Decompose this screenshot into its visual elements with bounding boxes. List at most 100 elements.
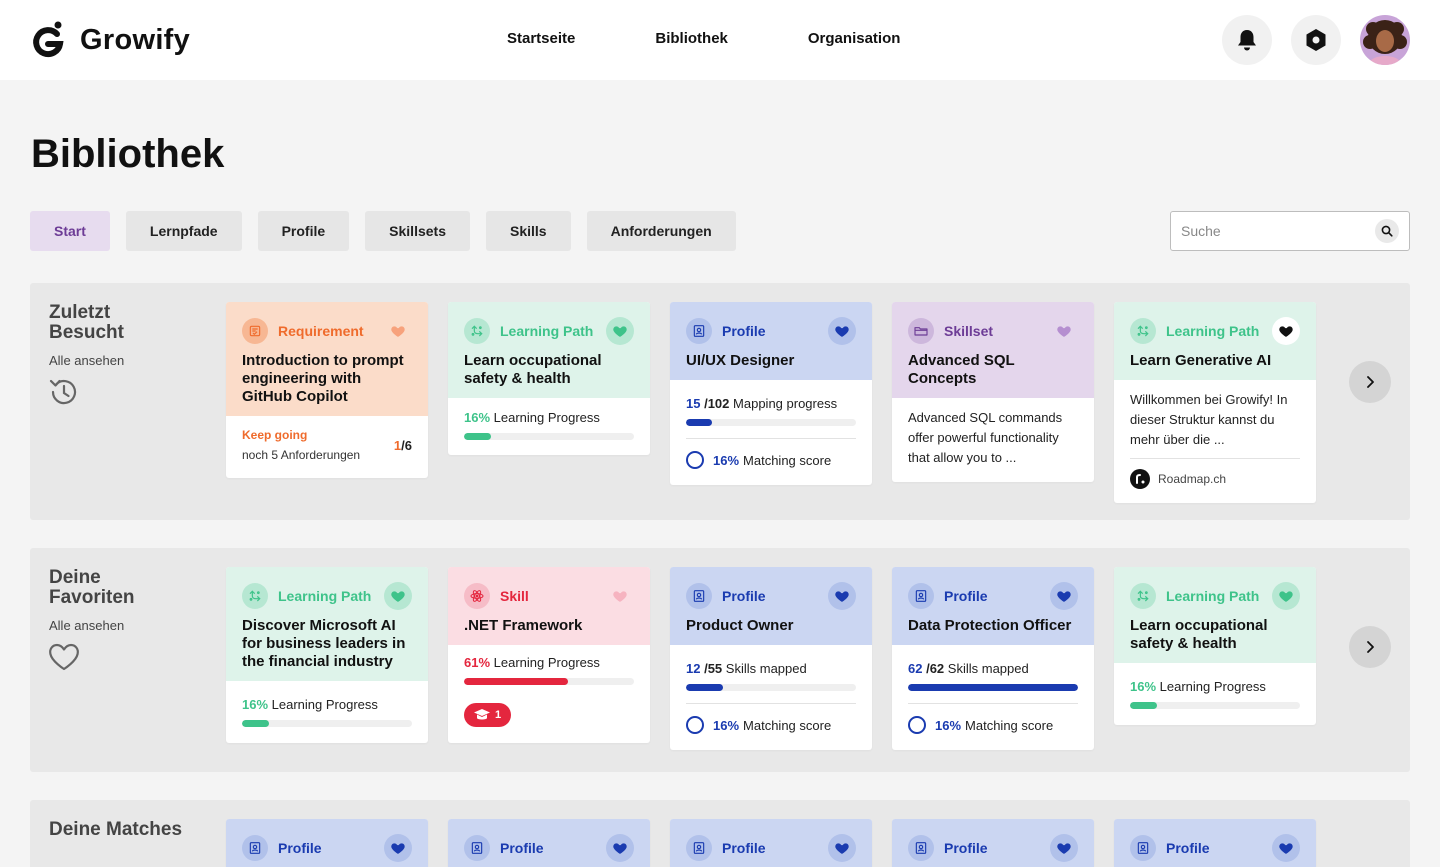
- card-profile[interactable]: Profile: [226, 819, 428, 867]
- card-profile[interactable]: Profile: [448, 819, 650, 867]
- card-title: Introduction to prompt engineering with …: [242, 352, 404, 405]
- heart-icon: [1056, 588, 1072, 604]
- view-all-link[interactable]: Alle ansehen: [49, 618, 124, 633]
- card-type: Profile: [944, 588, 988, 604]
- favorite-button[interactable]: [1050, 582, 1078, 610]
- card-header: Learning Path Learn Generative AI: [1114, 302, 1316, 380]
- card-profile[interactable]: Profile: [1114, 819, 1316, 867]
- chevron-right-icon: [1367, 641, 1374, 653]
- card-type: Profile: [278, 840, 322, 856]
- tab-skills[interactable]: Skills: [486, 211, 571, 251]
- page-title: Bibliothek: [31, 132, 225, 176]
- library-tabs: Start Lernpfade Profile Skillsets Skills…: [30, 211, 752, 251]
- progress-fill: [1130, 702, 1158, 709]
- nav-startseite[interactable]: Startseite: [507, 30, 575, 47]
- card-type: Profile: [944, 840, 988, 856]
- card-type: Profile: [722, 840, 766, 856]
- progress-fill: [242, 720, 270, 727]
- favorite-button[interactable]: [1050, 317, 1078, 345]
- favorite-button[interactable]: [384, 834, 412, 862]
- nav-organisation[interactable]: Organisation: [808, 30, 901, 47]
- card-learning-path[interactable]: Learning Path Learn occupational safety …: [448, 302, 650, 455]
- requirement-icon: [242, 318, 268, 344]
- section-matches: Deine Matches Profile Profile Profile Pr…: [30, 800, 1410, 867]
- progress-bar: [1130, 702, 1300, 709]
- learning-progress: 16% Learning Progress: [242, 697, 378, 712]
- bell-icon: [1238, 30, 1256, 51]
- matching-score: 16% Matching score: [686, 716, 856, 734]
- card-header: Profile Product Owner: [670, 567, 872, 645]
- search-input[interactable]: [1181, 223, 1375, 239]
- progress-bar: [464, 433, 634, 440]
- favorite-button[interactable]: [1272, 582, 1300, 610]
- profile-icon: [686, 835, 712, 861]
- search-icon: [1381, 225, 1393, 237]
- settings-button[interactable]: [1291, 15, 1341, 65]
- app-logo[interactable]: Growify: [30, 20, 190, 60]
- next-arrow-button[interactable]: [1349, 626, 1391, 668]
- tab-anforderungen[interactable]: Anforderungen: [586, 211, 736, 251]
- learning-progress: 61% Learning Progress: [464, 655, 600, 670]
- favorite-button[interactable]: [606, 834, 634, 862]
- folder-icon: [908, 318, 934, 344]
- tab-start[interactable]: Start: [30, 211, 110, 251]
- progress-bar: [464, 678, 634, 685]
- card-learning-path[interactable]: Learning Path Discover Microsoft AI for …: [226, 567, 428, 743]
- favorite-button[interactable]: [1272, 834, 1300, 862]
- favorite-button[interactable]: [828, 582, 856, 610]
- chevron-right-icon: [1367, 376, 1374, 388]
- card-profile[interactable]: Profile Data Protection Officer 62 /62 S…: [892, 567, 1094, 750]
- progress-bar: [242, 720, 412, 727]
- heart-icon: [1056, 323, 1072, 339]
- card-profile[interactable]: Profile: [892, 819, 1094, 867]
- favorite-button[interactable]: [606, 317, 634, 345]
- section-title: Deine Favoriten: [49, 567, 135, 608]
- user-avatar[interactable]: [1360, 15, 1410, 65]
- card-header: Profile Data Protection Officer: [892, 567, 1094, 645]
- view-all-link[interactable]: Alle ansehen: [49, 353, 124, 368]
- favorite-button[interactable]: [828, 317, 856, 345]
- learning-progress: 16% Learning Progress: [1130, 679, 1266, 694]
- card-profile[interactable]: Profile: [670, 819, 872, 867]
- card-header: Skill .NET Framework: [448, 567, 650, 645]
- heart-icon: [834, 323, 850, 339]
- nav-bibliothek[interactable]: Bibliothek: [655, 30, 728, 47]
- favorite-button[interactable]: [1050, 834, 1078, 862]
- tab-skillsets[interactable]: Skillsets: [365, 211, 470, 251]
- card-profile[interactable]: Profile Product Owner 12 /55 Skills mapp…: [670, 567, 872, 750]
- learning-path-icon: [242, 583, 268, 609]
- card-header: Profile: [226, 819, 428, 867]
- card-requirement[interactable]: Requirement Introduction to prompt engin…: [226, 302, 428, 478]
- card-description: Advanced SQL commands offer powerful fun…: [908, 410, 1063, 465]
- card-learning-path-generative-ai[interactable]: Learning Path Learn Generative AI Willko…: [1114, 302, 1316, 503]
- course-badge[interactable]: 1: [464, 703, 512, 727]
- learning-path-icon: [1130, 318, 1156, 344]
- card-skillset[interactable]: Skillset Advanced SQL Concepts Advanced …: [892, 302, 1094, 482]
- tab-lernpfade[interactable]: Lernpfade: [125, 211, 242, 251]
- favorite-button[interactable]: [606, 582, 634, 610]
- favorite-button[interactable]: [1272, 317, 1300, 345]
- card-skill[interactable]: Skill .NET Framework 61% Learning Progre…: [448, 567, 650, 743]
- next-arrow-button[interactable]: [1349, 361, 1391, 403]
- heart-outline-icon: [49, 643, 79, 671]
- card-header: Profile: [892, 819, 1094, 867]
- hexagon-icon: [1306, 29, 1326, 51]
- atom-icon: [464, 583, 490, 609]
- favorite-button[interactable]: [828, 834, 856, 862]
- favorite-button[interactable]: [384, 582, 412, 610]
- card-header: Skillset Advanced SQL Concepts: [892, 302, 1094, 398]
- progress-bar: [908, 684, 1078, 691]
- card-header: Learning Path Discover Microsoft AI for …: [226, 567, 428, 681]
- tab-profile[interactable]: Profile: [257, 211, 350, 251]
- card-title: Discover Microsoft AI for business leade…: [242, 617, 406, 670]
- remaining-text: noch 5 Anforderungen: [242, 448, 361, 462]
- search-button[interactable]: [1375, 219, 1399, 243]
- favorite-button[interactable]: [384, 317, 412, 345]
- top-bar: Growify Startseite Bibliothek Organisati…: [0, 0, 1440, 80]
- card-title: Learn occupational safety & health: [464, 352, 602, 387]
- card-profile[interactable]: Profile UI/UX Designer 15 /102 Mapping p…: [670, 302, 872, 485]
- card-learning-path[interactable]: Learning Path Learn occupational safety …: [1114, 567, 1316, 725]
- notifications-button[interactable]: [1222, 15, 1272, 65]
- heart-icon: [834, 840, 850, 856]
- mapping-progress: 15 /102 Mapping progress: [686, 396, 838, 411]
